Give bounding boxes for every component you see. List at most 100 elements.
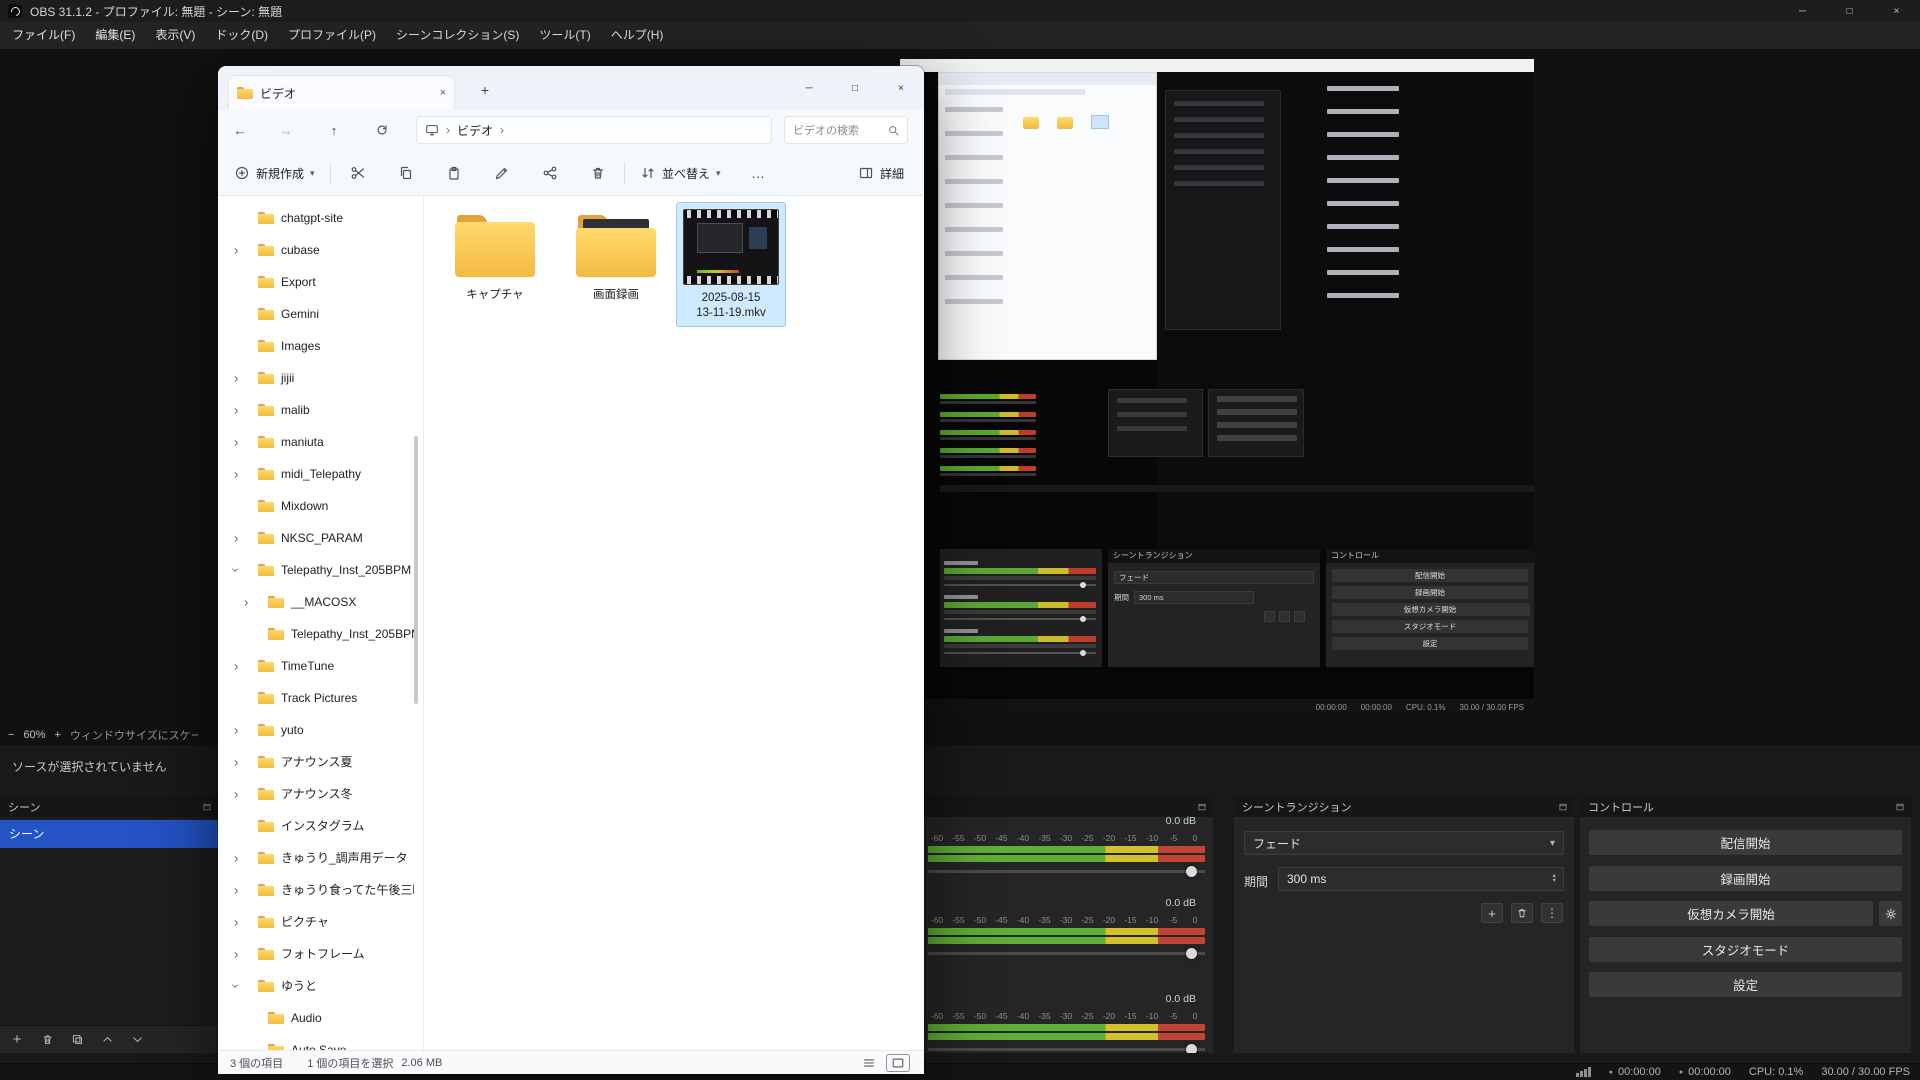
rename-button[interactable] — [484, 158, 520, 188]
breadcrumb-item-videos[interactable]: ビデオ — [457, 122, 493, 139]
add-transition-button[interactable]: + — [1481, 903, 1503, 923]
tree-item-11[interactable]: ›Telepathy_Inst_205BPM — [218, 554, 414, 586]
volume-slider-handle[interactable] — [1186, 866, 1197, 877]
tree-item-8[interactable]: ›midi_Telepathy — [218, 458, 414, 490]
tree-item-1[interactable]: ›cubase — [218, 234, 414, 266]
volume-slider-handle[interactable] — [1186, 948, 1197, 959]
tree-chevron-icon[interactable]: › — [234, 435, 238, 450]
virtual-camera-settings-button[interactable] — [1879, 901, 1902, 926]
tree-chevron-icon[interactable]: › — [229, 568, 244, 572]
up-button[interactable]: ↑ — [322, 118, 346, 142]
file-tile-2[interactable]: 2025-08-1513-11-19.mkv — [676, 202, 786, 327]
file-tile-0[interactable]: キャプチャ — [443, 204, 547, 303]
tree-item-18[interactable]: ›アナウンス冬 — [218, 778, 414, 810]
tree-chevron-icon[interactable]: › — [234, 243, 238, 258]
tree-item-19[interactable]: ›インスタグラム — [218, 810, 414, 842]
menu-item-5[interactable]: シーンコレクション(S) — [386, 22, 529, 49]
list-view-icon[interactable] — [862, 1056, 876, 1070]
tree-item-16[interactable]: ›yuto — [218, 714, 414, 746]
volume-slider[interactable] — [928, 870, 1205, 873]
new-button[interactable]: 新規作成 ▾ — [226, 158, 323, 188]
breadcrumb[interactable]: › ビデオ › — [416, 116, 772, 144]
tree-chevron-icon[interactable]: › — [244, 595, 248, 610]
move-scene-up-button[interactable] — [99, 1032, 115, 1048]
tree-item-7[interactable]: ›maniuta — [218, 426, 414, 458]
tree-item-3[interactable]: ›Gemini — [218, 298, 414, 330]
file-tile-1[interactable]: 画面録画 — [564, 204, 668, 303]
add-scene-button[interactable]: + — [9, 1032, 25, 1048]
tree-item-23[interactable]: ›フォトフレーム — [218, 938, 414, 970]
scene-filters-button[interactable] — [69, 1032, 85, 1048]
tree-item-22[interactable]: ›ピクチャ — [218, 906, 414, 938]
tree-item-12[interactable]: ›__MACOSX — [218, 586, 414, 618]
menu-item-1[interactable]: 編集(E) — [85, 22, 145, 49]
menu-item-7[interactable]: ヘルプ(H) — [601, 22, 674, 49]
tree-item-15[interactable]: ›Track Pictures — [218, 682, 414, 714]
thumbnail-view-button[interactable] — [886, 1054, 910, 1072]
cut-button[interactable] — [340, 158, 376, 188]
explorer-tab-videos[interactable]: ビデオ × — [228, 75, 455, 110]
tree-chevron-icon[interactable]: › — [234, 851, 238, 866]
dock-float-icon[interactable] — [1197, 802, 1207, 812]
obs-close-button[interactable]: × — [1873, 0, 1920, 22]
tree-item-10[interactable]: ›NKSC_PARAM — [218, 522, 414, 554]
volume-slider-handle[interactable] — [1186, 1044, 1197, 1053]
refresh-button[interactable] — [370, 118, 394, 142]
explorer-close-button[interactable]: × — [878, 66, 924, 110]
explorer-maximize-button[interactable]: □ — [832, 66, 878, 110]
dock-float-icon[interactable] — [1895, 802, 1905, 812]
tree-item-6[interactable]: ›malib — [218, 394, 414, 426]
more-button[interactable]: … — [742, 158, 774, 188]
back-button[interactable]: ← — [228, 118, 252, 142]
tree-item-24[interactable]: ›ゆうと — [218, 970, 414, 1002]
scene-item-selected[interactable]: シーン — [0, 820, 218, 848]
tree-item-17[interactable]: ›アナウンス夏 — [218, 746, 414, 778]
details-pane-button[interactable]: 詳細 — [850, 158, 912, 188]
screen-capture-preview[interactable]: シーントランジション フェード 期間 300 ms コントロール 配信開始録画開… — [900, 59, 1534, 716]
new-tab-button[interactable]: + — [474, 79, 496, 101]
tree-chevron-icon[interactable]: › — [234, 659, 238, 674]
control-button-1[interactable]: 録画開始 — [1589, 866, 1902, 891]
explorer-minimize-button[interactable]: ─ — [786, 66, 832, 110]
tree-chevron-icon[interactable]: › — [234, 787, 238, 802]
tree-item-4[interactable]: ›Images — [218, 330, 414, 362]
tree-scrollbar[interactable] — [414, 436, 418, 704]
dock-float-icon[interactable] — [1558, 802, 1568, 812]
tree-chevron-icon[interactable]: › — [234, 467, 238, 482]
volume-slider[interactable] — [928, 1048, 1205, 1051]
tree-chevron-icon[interactable]: › — [234, 915, 238, 930]
transition-properties-button[interactable]: ⋮ — [1541, 903, 1563, 923]
control-button-0[interactable]: 配信開始 — [1589, 830, 1902, 855]
tree-item-21[interactable]: ›きゅうり食ってた午後三時 — [218, 874, 414, 906]
zoom-out-button[interactable]: − — [8, 729, 14, 741]
tree-chevron-icon[interactable]: › — [234, 403, 238, 418]
forward-button[interactable]: → — [274, 118, 298, 142]
tree-item-2[interactable]: ›Export — [218, 266, 414, 298]
tree-chevron-icon[interactable]: › — [234, 371, 238, 386]
spin-down-icon[interactable]: ▼ — [1552, 879, 1557, 884]
control-button-2[interactable]: 仮想カメラ開始 — [1589, 901, 1873, 926]
transition-duration-spinner[interactable]: 300 ms ▲ ▼ — [1278, 867, 1564, 891]
zoom-in-button[interactable]: + — [54, 729, 60, 741]
control-button-4[interactable]: 設定 — [1589, 972, 1902, 997]
transition-type-select[interactable]: フェード ▾ — [1244, 831, 1564, 855]
menu-item-4[interactable]: プロファイル(P) — [278, 22, 386, 49]
tree-chevron-icon[interactable]: › — [229, 984, 244, 988]
menu-item-0[interactable]: ファイル(F) — [2, 22, 85, 49]
volume-slider[interactable] — [928, 952, 1205, 955]
tree-item-13[interactable]: ›Telepathy_Inst_205BPM — [218, 618, 414, 650]
tree-chevron-icon[interactable]: › — [234, 531, 238, 546]
move-scene-down-button[interactable] — [129, 1032, 145, 1048]
tree-item-9[interactable]: ›Mixdown — [218, 490, 414, 522]
zoom-fit-label[interactable]: ウィンドウサイズにスケーリン — [70, 727, 198, 743]
copy-button[interactable] — [388, 158, 424, 188]
sort-button[interactable]: 並べ替え ▾ — [632, 158, 729, 188]
tree-chevron-icon[interactable]: › — [234, 947, 238, 962]
remove-scene-button[interactable] — [39, 1032, 55, 1048]
control-button-3[interactable]: スタジオモード — [1589, 937, 1902, 962]
search-box[interactable]: ビデオの検索 — [784, 116, 908, 144]
tree-item-14[interactable]: ›TimeTune — [218, 650, 414, 682]
paste-button[interactable] — [436, 158, 472, 188]
dock-float-icon[interactable] — [202, 802, 212, 812]
obs-minimize-button[interactable]: ─ — [1779, 0, 1826, 22]
